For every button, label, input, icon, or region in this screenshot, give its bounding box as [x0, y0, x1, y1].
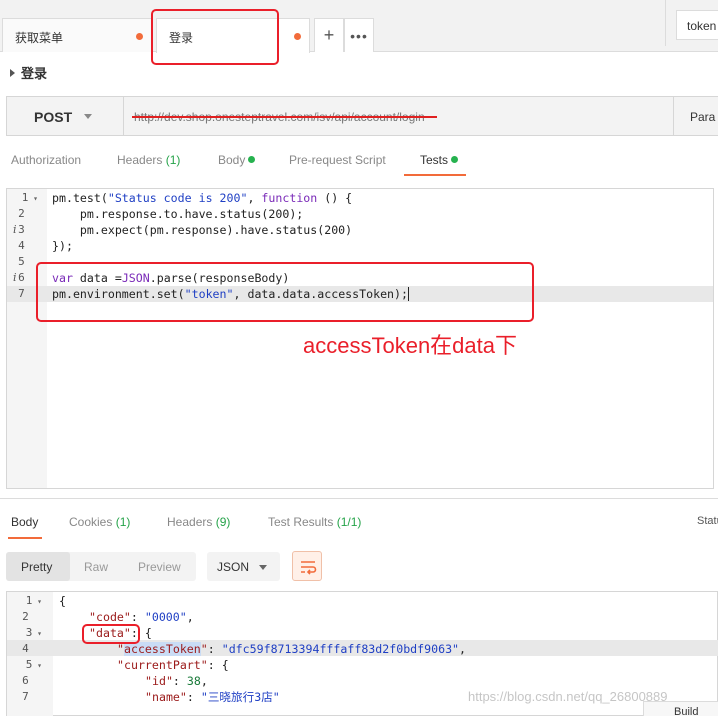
annotation-box-data-key [82, 624, 140, 644]
line-number: 2 [22, 610, 29, 623]
tab-pre-request-script[interactable]: Pre-request Script [289, 153, 386, 167]
line-number: 7 [18, 287, 25, 300]
code-line: }); [52, 239, 73, 253]
json-line: "accessToken": "dfc59f8713394fffaff83d2f… [117, 642, 467, 656]
build-button[interactable]: Build [643, 701, 718, 716]
more-tabs-button[interactable]: ••• [344, 18, 374, 52]
annotation-text: accessToken在data下 [303, 333, 517, 358]
tab-count: (1) [115, 515, 131, 529]
tab-tests[interactable]: Tests [420, 153, 459, 167]
tab-label: Tests [420, 153, 449, 167]
tab-label: Authorization [11, 153, 82, 167]
json-line: "name": "三晓旅行3店" [145, 690, 280, 704]
line-number: 1 ▾ [21, 191, 38, 204]
status-dot [248, 156, 256, 163]
chevron-down-icon [84, 114, 92, 119]
line-number: 6 [22, 674, 29, 687]
tab-headers[interactable]: Headers (1) [117, 153, 180, 167]
line-number: 6 [18, 271, 25, 284]
fold-arrow-icon: ▾ [32, 597, 42, 606]
tab-count: (9) [215, 515, 231, 529]
watermark: https://blog.csdn.net/qq_26800889 [468, 689, 668, 704]
method-select[interactable]: POST [6, 96, 124, 136]
code-line: pm.expect(pm.response).have.status(200) [52, 223, 353, 237]
tab-body[interactable]: Body [218, 153, 256, 167]
method-label: POST [34, 109, 73, 125]
caret-right-icon [10, 68, 15, 77]
json-line: { [59, 594, 66, 608]
tab-response-headers[interactable]: Headers (9) [167, 515, 230, 529]
line-number: 7 [22, 690, 29, 703]
active-tab-indicator [8, 537, 42, 539]
line-number: 4 [18, 239, 25, 252]
tab-label: Headers [167, 515, 213, 529]
tab-get-menu[interactable]: 获取菜单 [2, 18, 152, 52]
pretty-button[interactable]: Pretty [6, 552, 70, 581]
request-name: 登录 [21, 66, 48, 81]
fold-arrow-icon: ▾ [32, 661, 42, 670]
code-line: pm.test("Status code is 200", function (… [52, 191, 353, 205]
unsaved-dot [136, 33, 143, 40]
json-line: "id": 38, [145, 674, 208, 688]
unsaved-dot [294, 33, 301, 40]
tab-cookies[interactable]: Cookies (1) [69, 515, 130, 529]
line-number: 4 [22, 642, 29, 655]
environment-label: token [687, 19, 717, 33]
line-number: 5 ▾ [25, 658, 42, 671]
tab-response-body[interactable]: Body [11, 515, 38, 529]
json-line: "currentPart": { [117, 658, 229, 672]
line-number: 1 ▾ [25, 594, 42, 607]
preview-button[interactable]: Preview [138, 552, 188, 581]
tab-label: Cookies [69, 515, 113, 529]
json-line: "code": "0000", [89, 610, 194, 624]
strikethrough-mark [132, 116, 437, 118]
line-number: 3 [18, 223, 25, 236]
line-number: 2 [18, 207, 25, 220]
tab-label: Body [218, 153, 246, 167]
line-number: 3 ▾ [25, 626, 42, 639]
fold-arrow-icon: ▾ [28, 194, 38, 203]
format-label: JSON [217, 560, 250, 574]
annotation-box-token-code [36, 262, 534, 322]
code-line: pm.response.to.have.status(200); [52, 207, 304, 221]
active-tab-indicator [404, 174, 466, 176]
raw-button[interactable]: Raw [84, 552, 124, 581]
tab-count: (1/1) [336, 515, 362, 529]
chevron-down-icon [259, 565, 267, 570]
wrap-lines-icon [301, 561, 317, 575]
response-status: Statu [697, 515, 718, 527]
status-dot [451, 156, 459, 163]
params-button[interactable]: Para [674, 96, 718, 136]
line-number: 5 [18, 255, 25, 268]
tab-count: (1) [165, 153, 181, 167]
annotation-box-login-tab [151, 9, 279, 65]
fold-arrow-icon: ▾ [32, 629, 42, 638]
tab-label: 获取菜单 [15, 31, 64, 45]
ellipsis-icon: ••• [350, 27, 368, 44]
new-tab-button[interactable]: + [314, 18, 344, 52]
tab-label: Body [11, 515, 39, 529]
params-label: Para [690, 110, 716, 124]
wrap-lines-button[interactable] [292, 551, 322, 581]
format-select[interactable]: JSON [207, 552, 280, 581]
tab-label: Test Results [268, 515, 334, 529]
tab-authorization[interactable]: Authorization [11, 153, 81, 167]
environment-selector[interactable]: token [676, 10, 718, 40]
url-input[interactable]: http://dev.shop.onesteptravel.com/isv/ap… [124, 96, 674, 136]
tab-test-results[interactable]: Test Results (1/1) [268, 515, 361, 529]
tab-label: Headers [117, 153, 163, 167]
request-title[interactable]: 登录 [10, 63, 47, 82]
divider [665, 0, 666, 46]
tab-label: Pre-request Script [289, 153, 386, 167]
plus-icon: + [323, 25, 335, 45]
